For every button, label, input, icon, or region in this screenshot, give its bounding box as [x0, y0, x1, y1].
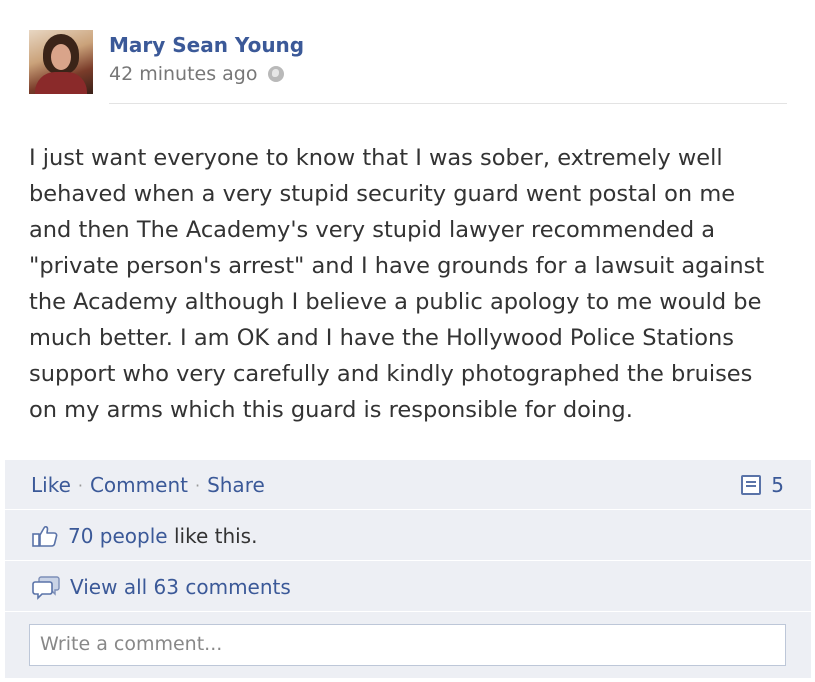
- avatar-face: [51, 44, 71, 70]
- view-comments: View all 63 comments: [32, 574, 291, 600]
- likes-count-link[interactable]: 70 people: [68, 524, 168, 548]
- post-timestamp[interactable]: 42 minutes ago: [109, 63, 258, 85]
- view-all-comments-link[interactable]: View all 63 comments: [70, 575, 291, 599]
- avatar-shirt: [35, 72, 87, 94]
- avatar[interactable]: [29, 30, 93, 94]
- post-message: I just want everyone to know that I was …: [29, 145, 765, 423]
- comment-input[interactable]: Write a comment...: [29, 624, 786, 666]
- share-link[interactable]: Share: [207, 473, 265, 497]
- globe-icon[interactable]: [267, 66, 284, 82]
- comment-count-value: 5: [771, 473, 784, 497]
- comment-link[interactable]: Comment: [90, 473, 188, 497]
- likes-summary: 70 people like this.: [32, 524, 257, 548]
- post-meta: 42 minutes ago: [109, 63, 284, 85]
- separator-dot: ·: [194, 475, 201, 495]
- header-divider: [109, 103, 787, 104]
- thumbs-up-icon: [32, 525, 58, 547]
- comment-count-icon: [741, 475, 762, 495]
- comment-count[interactable]: 5: [741, 473, 784, 497]
- action-links: Like · Comment · Share: [31, 473, 265, 497]
- like-link[interactable]: Like: [31, 473, 71, 497]
- facebook-post: Mary Sean Young 42 minutes ago I just wa…: [0, 0, 815, 682]
- speech-bubble-icon: [32, 576, 60, 600]
- post-header: Mary Sean Young 42 minutes ago: [29, 30, 789, 94]
- author-name[interactable]: Mary Sean Young: [109, 33, 304, 57]
- likes-suffix: like this.: [167, 524, 258, 548]
- action-row: Like · Comment · Share 5: [5, 460, 811, 508]
- separator-dot: ·: [77, 475, 83, 495]
